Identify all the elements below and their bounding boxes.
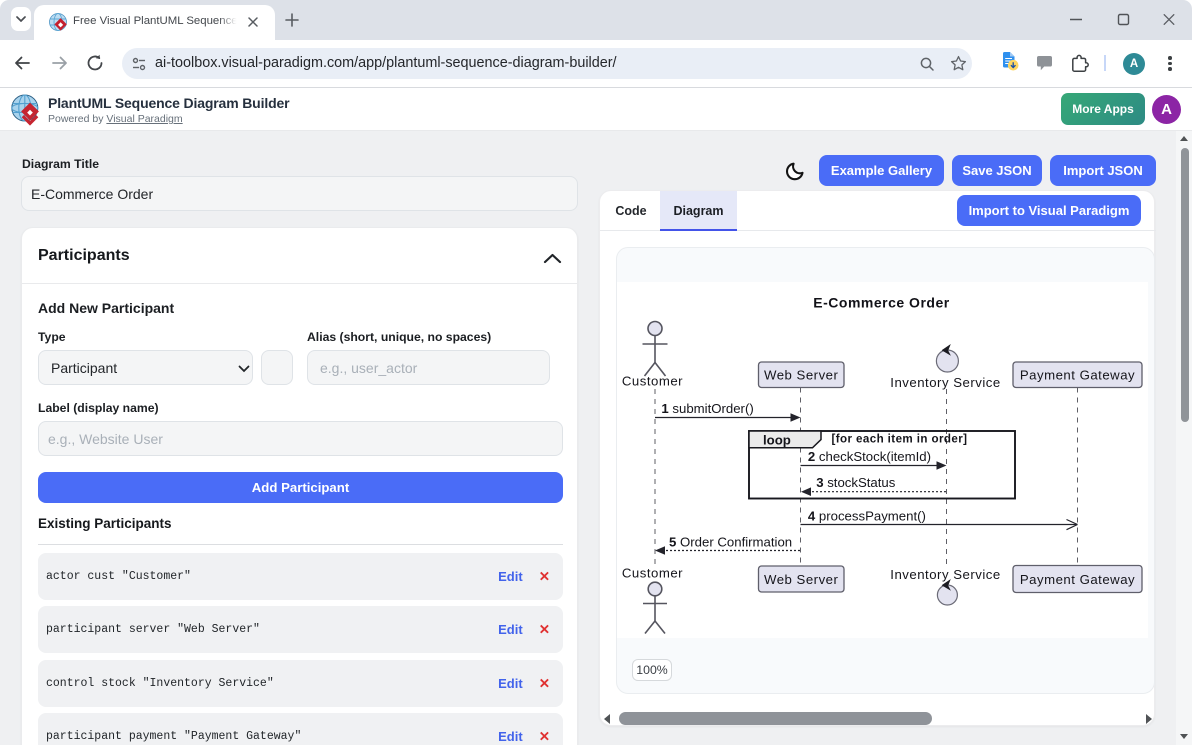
svg-text:Payment Gateway: Payment Gateway	[1020, 368, 1135, 383]
svg-text:loop: loop	[763, 433, 791, 448]
svg-text:Web Server: Web Server	[764, 572, 838, 587]
svg-text:Payment Gateway: Payment Gateway	[1020, 572, 1135, 587]
svg-text:[for each item in order]: [for each item in order]	[832, 433, 968, 446]
svg-text:Web Server: Web Server	[764, 368, 838, 383]
svg-text:1 submitOrder(): 1 submitOrder()	[661, 401, 753, 416]
svg-text:3 stockStatus: 3 stockStatus	[816, 475, 896, 490]
svg-text:Customer: Customer	[622, 566, 683, 581]
svg-text:Inventory Service: Inventory Service	[890, 567, 1000, 582]
svg-text:E-Commerce Order: E-Commerce Order	[813, 295, 949, 311]
svg-text:5 Order Confirmation: 5 Order Confirmation	[669, 535, 792, 550]
svg-text:4 processPayment(): 4 processPayment()	[808, 509, 926, 524]
svg-text:2 checkStock(itemId): 2 checkStock(itemId)	[808, 449, 931, 464]
svg-text:Inventory Service: Inventory Service	[890, 375, 1000, 390]
svg-text:Customer: Customer	[622, 374, 683, 389]
